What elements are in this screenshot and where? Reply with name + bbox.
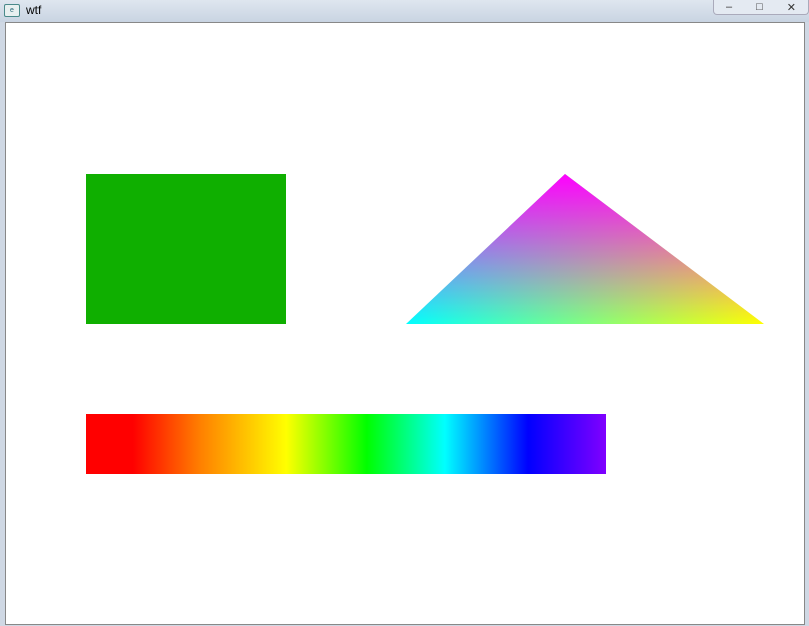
title-bar: e wtf – □ ✕ — [0, 0, 809, 22]
app-icon: e — [4, 4, 20, 17]
rainbow-bar — [86, 414, 606, 474]
minimize-button[interactable]: – — [726, 1, 732, 13]
maximize-button[interactable]: □ — [756, 1, 763, 13]
gradient-triangle — [406, 174, 764, 324]
close-button[interactable]: ✕ — [787, 1, 796, 14]
window-title: wtf — [26, 3, 42, 17]
green-rectangle — [86, 174, 286, 324]
window-controls: – □ ✕ — [713, 0, 809, 15]
canvas — [5, 22, 805, 625]
